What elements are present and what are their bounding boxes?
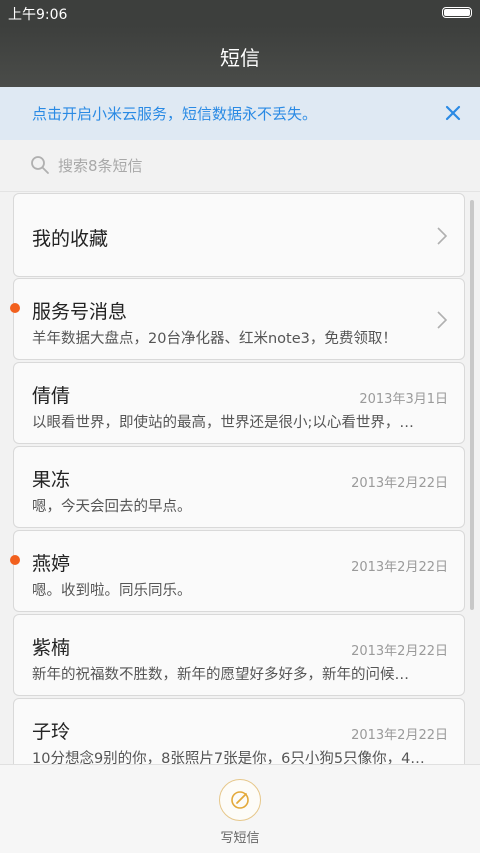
compose-label[interactable]: 写短信 [0, 827, 480, 846]
thread-name: 紫楠 [32, 637, 71, 659]
thread-date: 2013年3月1日 [359, 392, 448, 407]
thread-name: 子玲 [32, 721, 71, 743]
chevron-right-icon [437, 311, 448, 329]
thread-name: 燕婷 [32, 553, 71, 575]
favorites-label: 我的收藏 [32, 228, 109, 250]
service-messages-row[interactable]: 服务号消息 羊年数据大盘点，20台净化器、红米note3，免费领取！ [13, 278, 465, 360]
thread-row[interactable]: 果冻 2013年2月22日 嗯，今天会回去的早点。 [13, 446, 465, 528]
thread-name: 果冻 [32, 469, 71, 491]
thread-row[interactable]: 燕婷 2013年2月22日 嗯。收到啦。同乐同乐。 [13, 530, 465, 612]
unread-dot [10, 555, 20, 565]
thread-snippet: 羊年数据大盘点，20台净化器、红米note3，免费领取！ [32, 331, 397, 347]
thread-row[interactable]: 紫楠 2013年2月22日 新年的祝福数不胜数，新年的愿望好多好多，新年的问候… [13, 614, 465, 696]
thread-snippet: 新年的祝福数不胜数，新年的愿望好多好多，新年的问候… [32, 667, 409, 683]
page-title: 短信 [220, 46, 260, 70]
bottom-bar: 写短信 [0, 764, 480, 853]
thread-snippet: 以眼看世界，即使站的最高，世界还是很小;以心看世界，… [32, 415, 414, 431]
thread-row[interactable]: 子玲 2013年2月22日 10分想念9别的你，8张照片7张是你，6只小狗5只像… [13, 698, 465, 764]
thread-date: 2013年2月22日 [351, 644, 448, 659]
search-input[interactable]: 搜索8条短信 [58, 155, 143, 176]
close-icon[interactable] [440, 100, 466, 126]
battery-icon [442, 7, 472, 18]
thread-date: 2013年2月22日 [351, 476, 448, 491]
thread-row[interactable]: 倩倩 2013年3月1日 以眼看世界，即使站的最高，世界还是很小;以心看世界，… [13, 362, 465, 444]
scrollbar[interactable] [470, 200, 474, 610]
thread-date: 2013年2月22日 [351, 728, 448, 743]
conversation-list[interactable]: 我的收藏 服务号消息 羊年数据大盘点，20台净化器、红米note3，免费领取！ … [0, 193, 480, 764]
thread-snippet: 10分想念9别的你，8张照片7张是你，6只小狗5只像你，4… [32, 751, 425, 764]
status-bar: 上午9:06 [0, 0, 480, 26]
favorites-row[interactable]: 我的收藏 [13, 193, 465, 277]
cloud-service-banner[interactable]: 点击开启小米云服务，短信数据永不丢失。 [0, 87, 480, 140]
unread-dot [10, 303, 20, 313]
title-bar: 短信 [0, 26, 480, 87]
search-bar[interactable]: 搜索8条短信 [0, 140, 480, 192]
banner-text[interactable]: 点击开启小米云服务，短信数据永不丢失。 [32, 103, 317, 124]
thread-snippet: 嗯，今天会回去的早点。 [32, 499, 192, 515]
thread-name: 服务号消息 [32, 301, 128, 323]
search-icon [31, 156, 49, 174]
compose-icon [231, 791, 249, 809]
chevron-right-icon [437, 227, 448, 245]
thread-date: 2013年2月22日 [351, 560, 448, 575]
compose-button[interactable] [219, 779, 261, 821]
thread-snippet: 嗯。收到啦。同乐同乐。 [32, 583, 192, 599]
status-time: 上午9:06 [8, 7, 68, 23]
thread-name: 倩倩 [32, 385, 71, 407]
